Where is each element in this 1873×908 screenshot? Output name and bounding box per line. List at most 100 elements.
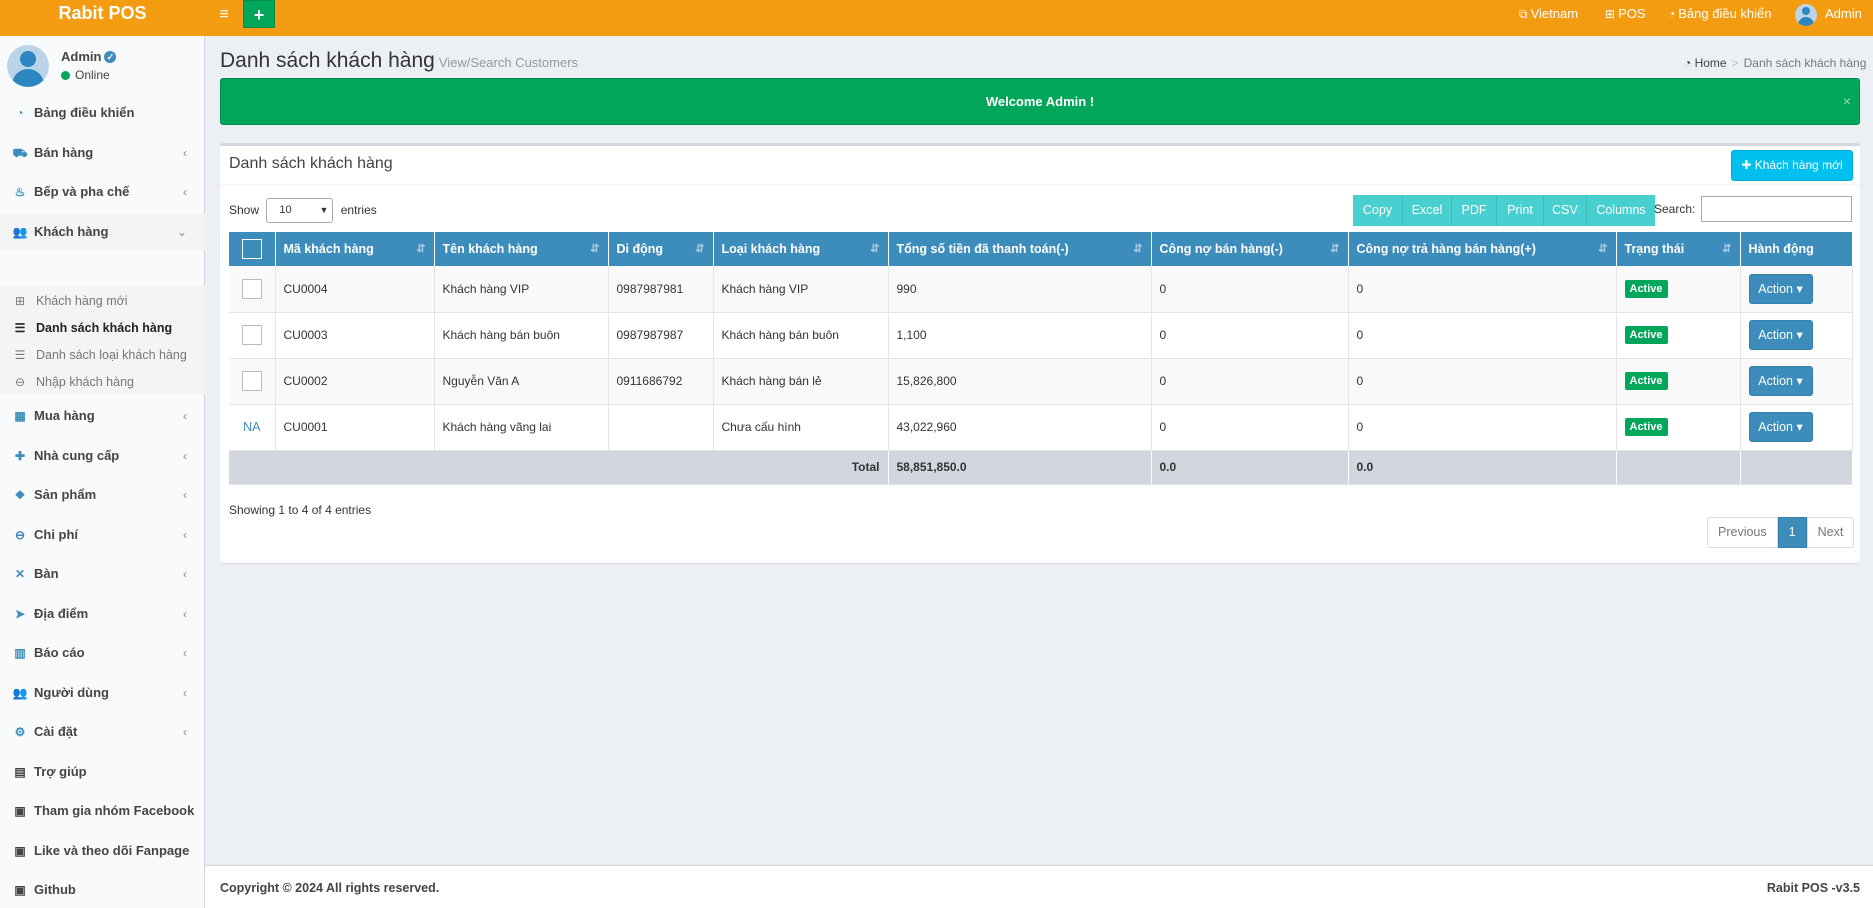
dashboard-link[interactable]: ◔ Bảng điều khiển [1668,0,1772,28]
column-header: Hành động [1740,232,1853,266]
column-header[interactable]: Tổng số tiền đã thanh toán(-) ⇵ [888,232,1152,266]
sidebar-toggle-icon[interactable]: ≡ [212,2,236,28]
row-checkbox[interactable] [241,325,262,345]
csv-button[interactable]: CSV [1544,195,1587,226]
action-dropdown-button[interactable]: Action ▾ [1748,273,1813,304]
print-button[interactable]: Print [1497,195,1544,226]
sidebar-item-customers[interactable]: 👥 Khách hàng ⌄ [0,214,205,250]
minus-circle-icon: ⊖ [14,528,26,542]
grid-icon: ▦ [14,409,26,423]
select-all-checkbox[interactable] [241,239,262,259]
customers-submenu: ⊞ Khách hàng mới ☰ Danh sách khách hàng ☰ D… [0,286,205,394]
na-link[interactable]: NA [243,420,260,434]
user-menu[interactable]: Admin [1795,0,1862,28]
total-label: Total [229,450,889,485]
column-header[interactable]: Loại khách hàng ⇵ [713,232,889,266]
cell-paid: 43,022,960 [888,404,1152,451]
sidebar-item-products[interactable]: ❖ Sản phẩm ‹ [0,477,205,513]
next-page-button[interactable]: Next [1806,517,1855,548]
cell-action: Action ▾ [1740,266,1853,313]
excel-button[interactable]: Excel [1403,195,1452,226]
submenu-import-customers[interactable]: ⊖ Nhập khách hàng [0,369,205,395]
online-dot-icon [61,71,70,80]
cell-debt: 0 [1151,266,1349,313]
column-header[interactable]: Công nợ trả hàng bán hàng(+) ⇵ [1348,232,1617,266]
cell-debt: 0 [1151,404,1349,451]
table-header-row: Mã khách hàng ⇵ Tên khách hàng ⇵ Di động ⇵ … [229,232,1853,266]
sidebar-item-dashboard[interactable]: ◔ Bảng điều khiển [0,95,205,131]
column-header[interactable]: Trạng thái ⇵ [1616,232,1741,266]
language-menu[interactable]: ⧉ Vietnam [1519,0,1578,28]
sort-icon: ⇵ [1598,243,1608,255]
sidebar-item-reports[interactable]: ▥ Báo cáo ‹ [0,635,205,671]
close-icon[interactable]: × [1843,79,1851,124]
list-icon: ☰ [14,321,26,335]
submenu-customer-types[interactable]: ☰ Danh sách loại khách hàng [0,342,205,368]
column-header[interactable]: Di động ⇵ [608,232,714,266]
cell-name: Khách hàng vãng lai [434,404,609,451]
chevron-left-icon: ‹ [183,528,187,542]
sort-icon: ⇵ [1133,243,1143,255]
previous-page-button[interactable]: Previous [1707,517,1778,548]
action-dropdown-button[interactable]: Action ▾ [1748,412,1813,442]
app-logo[interactable]: Rabit POS [0,0,205,36]
total-debt: 0.0 [1151,450,1349,485]
sidebar-item-expenses[interactable]: ⊖ Chi phí ‹ [0,517,205,553]
sidebar-item-locations[interactable]: ➤ Địa điểm ‹ [0,596,205,632]
caret-down-icon: ▾ [1793,374,1803,388]
page-length-select[interactable]: 10 ▼ [266,198,334,224]
chevron-left-icon: ‹ [183,646,187,660]
submenu-new-customer[interactable]: ⊞ Khách hàng mới [0,288,205,314]
briefcase-icon: ▣ [14,804,26,818]
row-select-cell [229,358,276,405]
column-header[interactable]: Công nợ bán hàng(-) ⇵ [1151,232,1349,266]
cogs-icon: ⚙ [14,725,26,739]
copy-button[interactable]: Copy [1353,195,1403,226]
cell-name: Nguyễn Văn A [434,358,609,405]
sidebar-item-users[interactable]: 👥 Người dùng ‹ [0,675,205,711]
pdf-button[interactable]: PDF [1452,195,1497,226]
row-checkbox[interactable] [241,371,262,391]
pos-link[interactable]: ⊞ POS [1605,0,1646,28]
column-header[interactable]: Tên khách hàng ⇵ [434,232,609,266]
customer-table: Mã khách hàng ⇵ Tên khách hàng ⇵ Di động ⇵ … [229,232,1853,485]
total-paid: 58,851,850.0 [888,450,1152,485]
page-subtitle: View/Search Customers [438,55,579,70]
cell-type: Khách hàng bán lẻ [713,358,889,405]
cell-code: CU0002 [275,358,435,405]
cell-return-debt: 0 [1348,404,1617,451]
cell-debt: 0 [1151,312,1349,359]
add-customer-button[interactable]: ✚ Khách hàng mới [1731,150,1853,181]
sidebar-item-github[interactable]: ▣ Github [0,872,205,908]
sidebar-item-tables[interactable]: ✕ Bàn ‹ [0,556,205,592]
action-dropdown-button[interactable]: Action ▾ [1748,320,1813,350]
cell-status: Active [1616,312,1741,359]
sidebar-item-settings[interactable]: ⚙ Cài đặt ‹ [0,714,205,750]
chevron-left-icon: ‹ [183,185,187,199]
search-input[interactable] [1701,196,1852,222]
briefcase-icon: ▣ [14,844,26,858]
select-all-header[interactable] [229,232,276,266]
sidebar-item-fanpage[interactable]: ▣ Like và theo dõi Fanpage [0,833,205,869]
sidebar-item-facebook-group[interactable]: ▣ Tham gia nhóm Facebook [0,793,205,829]
cell-debt: 0 [1151,358,1349,405]
sidebar-item-suppliers[interactable]: ✚ Nhà cung cấp ‹ [0,438,205,474]
cell-action: Action ▾ [1740,312,1853,359]
sidebar-item-sales[interactable]: ⛟ Bán hàng ‹ [0,135,205,171]
row-checkbox[interactable] [241,278,262,299]
users-icon: 👥 [12,686,28,700]
cell-phone: 0987987987 [608,312,714,359]
action-dropdown-button[interactable]: Action ▾ [1748,366,1813,396]
submenu-customer-list[interactable]: ☰ Danh sách khách hàng [0,315,205,341]
sidebar-item-purchases[interactable]: ▦ Mua hàng ‹ [0,398,205,434]
table-row: CU0004 Khách hàng VIP 0987987981 Khách h… [229,266,1853,313]
breadcrumb-home[interactable]: Home [1695,56,1727,70]
page-1-button[interactable]: 1 [1777,517,1807,548]
columns-button[interactable]: Columns [1587,195,1655,226]
sidebar-item-kitchen[interactable]: ♨ Bếp và pha chế ‹ [0,174,205,210]
sort-icon: ⇵ [695,243,705,255]
quick-add-button[interactable]: + [243,0,275,28]
sidebar-item-help[interactable]: ▤ Trợ giúp [0,754,205,790]
export-buttons: Copy Excel PDF Print CSV Columns [1353,195,1655,226]
column-header[interactable]: Mã khách hàng ⇵ [275,232,435,266]
